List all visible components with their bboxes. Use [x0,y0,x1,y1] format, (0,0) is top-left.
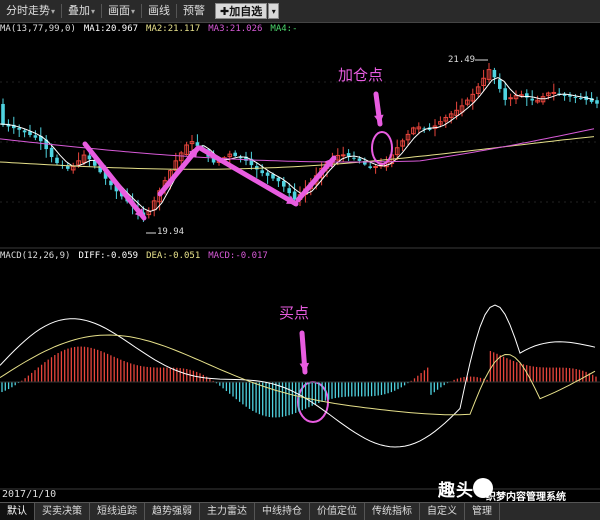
candle-body [276,177,281,182]
candle-body [530,98,534,101]
candle-body [55,157,59,164]
candle-body [195,142,200,146]
macd-lines [0,304,596,448]
candle-body [492,69,497,78]
candle-body [233,152,237,157]
chart-toolbar: 分时走势▾ 叠加▾ 画面▾ 画线 预警 ✚加自选 ▾ [0,0,600,23]
candle-body [368,166,372,168]
toolbar-timeshare[interactable]: 分时走势▾ [0,0,61,22]
tab-9[interactable]: 管理 [465,503,500,520]
date-label: 2017/1/10 [2,489,57,500]
tab-2[interactable]: 短线追踪 [90,503,145,520]
candle-body [573,96,578,98]
high-price-label: 21.49 [448,55,476,65]
candle-body [260,170,264,174]
buy-point-label: 买点 [279,304,310,322]
candle-body [282,180,286,187]
macd-value: MACD:-0.017 [208,251,268,261]
watermark-site: 织梦内容管理系统 [486,492,566,503]
arrow-down-2 [197,145,299,207]
candle-body [595,100,599,104]
candle-body [87,155,92,160]
tab-3[interactable]: 趋势强弱 [145,503,200,520]
toolbar-canvas[interactable]: 画面▾ [102,0,141,22]
tab-4[interactable]: 主力雷达 [200,503,255,520]
indicator-tabs: 默认 买卖决策 短线追踪 趋势强弱 主力雷达 中线持仓 价值定位 传统指标 自定义 管理 [0,502,600,520]
low-price-label: 19.94 [157,227,185,237]
tab-6[interactable]: 价值定位 [310,503,365,520]
candle-body [1,103,5,125]
candle-body [49,147,54,158]
macd-legend: MACD(12,26,9) DIFF:-0.059 DEA:-0.051 MAC… [0,251,276,265]
macd-histogram [0,346,600,418]
candle-body [373,166,378,169]
arrow-down-1 [82,141,147,221]
tab-8[interactable]: 自定义 [420,503,465,520]
candle-body [357,158,362,161]
candle-body [498,79,502,89]
toolbar-alert[interactable]: 预警 [177,0,211,22]
toolbar-draw-line[interactable]: 画线 [142,0,176,22]
candle-body [551,91,557,94]
watermark-text: 趣头 [438,481,474,501]
candle-body [346,153,351,157]
tab-0[interactable]: 默认 [0,503,35,520]
toolbar-overlay[interactable]: 叠加▾ [62,0,101,22]
tab-1[interactable]: 买卖决策 [35,503,90,520]
diff-line [0,304,596,448]
dea-value: DEA:-0.051 [146,251,201,261]
tab-5[interactable]: 中线持仓 [255,503,310,520]
diff-value: DIFF:-0.059 [78,251,139,261]
add-watchlist-dropdown[interactable]: ▾ [268,3,280,19]
candle-body [17,127,21,130]
candle-body [503,88,507,100]
add-watchlist-button[interactable]: ✚加自选 [215,3,268,19]
candle-body [66,166,70,169]
candle-body [33,135,38,138]
candle-body [287,188,291,194]
candle-body [508,97,513,100]
candle-body [265,172,270,176]
add-position-label: 加仓点 [338,66,384,84]
tab-7[interactable]: 传统指标 [365,503,420,520]
arrow-buy-point-head [299,362,310,372]
add-position-circle [371,131,393,165]
candle-body [579,98,583,100]
macd-legend-title: MACD(12,26,9) [0,251,71,261]
chart-grid [0,81,600,490]
candle-body [340,154,346,157]
candle-body [292,191,297,200]
candle-body [352,157,356,159]
candle-body [22,130,27,133]
